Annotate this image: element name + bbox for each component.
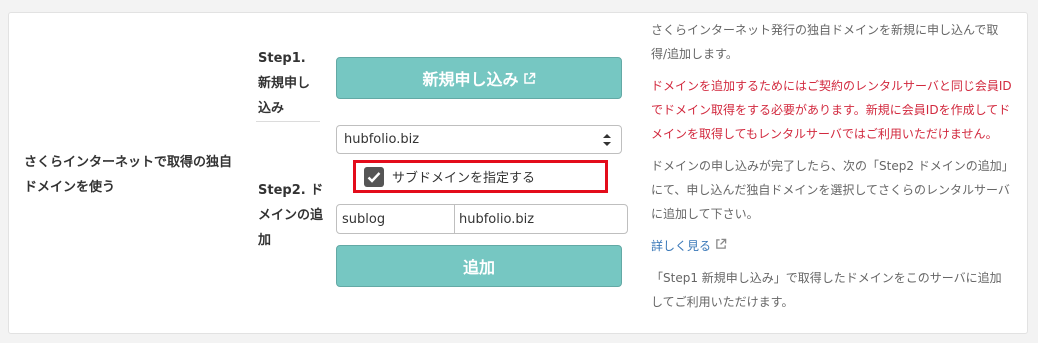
warning-text: ドメインを追加するためにはご契約のレンタルサーバと同じ会員IDでドメイン取得をす… xyxy=(651,79,1012,141)
domain-suffix: hubfolio.biz xyxy=(459,211,535,227)
add-button-label: 追加 xyxy=(462,258,495,277)
new-application-button[interactable]: 新規申し込み xyxy=(336,57,622,99)
external-link-icon xyxy=(523,72,536,85)
domain-select[interactable]: hubfolio.biz xyxy=(336,125,622,154)
domain-select-value: hubfolio.biz xyxy=(344,132,420,147)
subdomain-input-group: hubfolio.biz xyxy=(336,204,628,234)
after-text: ドメインの申し込みが完了したら、次の「Step2 ドメインの追加」にて、申し込ん… xyxy=(651,159,1010,221)
subdomain-option[interactable]: サブドメインを指定する xyxy=(353,160,608,193)
option-title: さくらインターネットで取得の独自ドメインを使う xyxy=(24,155,233,195)
subdomain-checkbox-label: サブドメインを指定する xyxy=(392,171,536,186)
select-arrows-icon xyxy=(603,133,611,147)
info-panel: さくらインターネット発行の独自ドメインを新規に申し込んで取得/追加します。 ドメ… xyxy=(651,18,1013,322)
step2-label: Step2. ドメインの追加 xyxy=(258,183,324,248)
step-divider xyxy=(256,121,320,122)
subdomain-checkbox[interactable] xyxy=(364,166,384,187)
step1-label: Step1. 新規申し込み xyxy=(258,51,311,116)
new-application-button-label: 新規申し込み xyxy=(422,70,519,89)
more-info-link-label: 詳しく見る xyxy=(651,239,712,253)
footer-text: 「Step1 新規申し込み」で取得したドメインをこのサーバに追加してご利用いただ… xyxy=(651,271,1002,309)
add-button[interactable]: 追加 xyxy=(336,245,622,287)
external-link-icon xyxy=(715,234,727,258)
more-info-link[interactable]: 詳しく見る xyxy=(651,234,727,258)
intro-text: さくらインターネット発行の独自ドメインを新規に申し込んで取得/追加します。 xyxy=(651,23,999,61)
subdomain-input[interactable] xyxy=(337,205,455,233)
checkmark-icon xyxy=(367,171,381,183)
